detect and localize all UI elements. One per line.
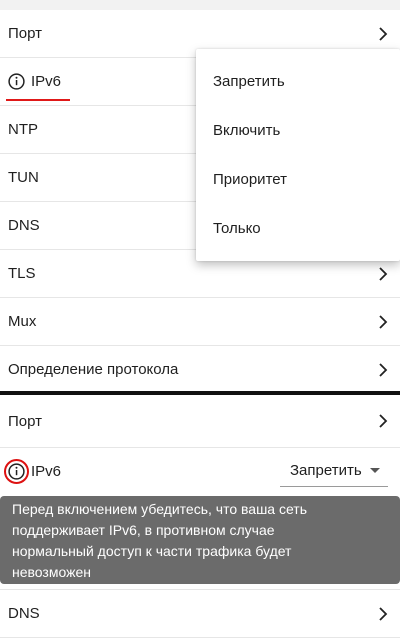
tooltip-line: невозможен [12, 564, 91, 580]
row-port[interactable]: Порт [0, 395, 400, 448]
chevron-right-icon [378, 606, 388, 621]
menu-item-enable[interactable]: Включить [196, 106, 400, 155]
tooltip-line: поддерживает IPv6, в противном случае [12, 522, 275, 538]
chevron-right-icon [378, 26, 388, 41]
row-mux[interactable]: Mux [0, 298, 400, 346]
chevron-right-icon [378, 362, 388, 377]
row-label: DNS [8, 605, 40, 622]
chevron-right-icon [378, 314, 388, 329]
info-icon[interactable] [8, 73, 25, 90]
menu-item-priority[interactable]: Приоритет [196, 155, 400, 204]
ipv6-options-menu: Запретить Включить Приоритет Только [196, 49, 400, 261]
chevron-right-icon [378, 414, 388, 428]
row-ipv6[interactable]: IPv6 Запретить [0, 448, 400, 494]
row-label: TLS [8, 265, 36, 282]
ipv6-info-tooltip: Перед включением убедитесь, что ваша сет… [0, 496, 400, 584]
row-protocol-detection[interactable]: Определение протокола [0, 346, 400, 392]
row-label: Порт [8, 412, 43, 430]
highlight-circle [4, 458, 29, 484]
row-dns[interactable]: DNS [0, 590, 400, 638]
row-label: Порт [8, 25, 43, 42]
ipv6-select[interactable]: Запретить [280, 455, 388, 487]
highlight-underline [6, 99, 70, 101]
row-label: Mux [8, 313, 37, 330]
menu-item-disable[interactable]: Запретить [196, 57, 400, 106]
select-value: Запретить [290, 462, 362, 479]
caret-down-icon [370, 468, 380, 473]
tooltip-line: нормальный доступ к части трафика будет [12, 543, 292, 559]
info-icon[interactable] [4, 458, 29, 484]
chevron-right-icon [378, 266, 388, 281]
top-strip [0, 0, 400, 10]
row-label: Определение протокола [8, 361, 179, 378]
tooltip-line: Перед включением убедитесь, что ваша сет… [12, 501, 308, 517]
row-label: IPv6 [31, 462, 62, 480]
settings-panel-top: Порт IPv6 NTP TUN DNS TLS Mux Определени… [0, 0, 400, 392]
menu-item-only[interactable]: Только [196, 204, 400, 253]
